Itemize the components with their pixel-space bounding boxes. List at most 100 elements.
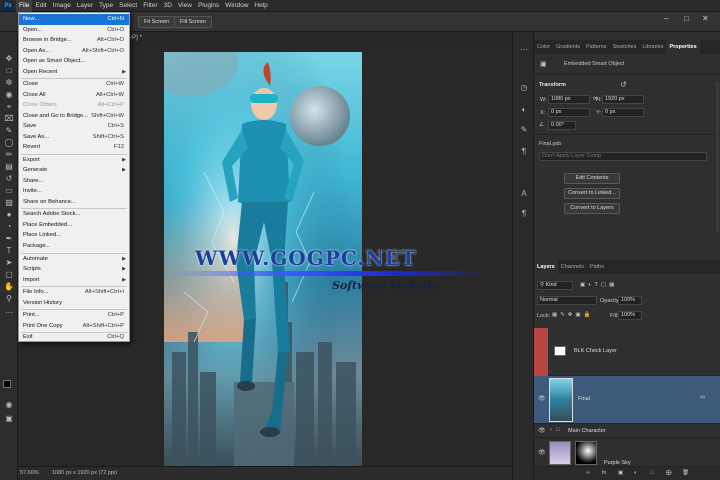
edit-contents-button[interactable]: Edit Contents: [564, 173, 620, 184]
tab-paths[interactable]: Paths: [587, 260, 607, 274]
layer-row[interactable]: BLK Check Layer: [534, 328, 720, 376]
path-select-tool-icon[interactable]: ➤: [4, 258, 14, 267]
panel-scrollbar[interactable]: [716, 82, 719, 232]
menu-item-file-info[interactable]: File Info... Alt+Shift+Ctrl+I: [19, 287, 129, 298]
menu-item-browse-bridge[interactable]: Browse in Bridge... Alt+Ctrl+O: [19, 35, 129, 46]
menu-item-close-go-bridge[interactable]: Close and Go to Bridge... Shift+Ctrl+W: [19, 111, 129, 122]
quick-select-tool-icon[interactable]: ◉: [4, 90, 14, 99]
menu-plugins[interactable]: Plugins: [195, 0, 222, 12]
close-icon[interactable]: ✕: [702, 14, 709, 23]
layer-filter-icons[interactable]: ▣◐T▢▦: [580, 282, 617, 288]
reset-transform-icon[interactable]: ↺: [620, 80, 627, 89]
menu-help[interactable]: Help: [251, 0, 270, 12]
frame-tool-icon[interactable]: ⌧: [4, 114, 14, 123]
fill-screen-button[interactable]: Fill Screen: [174, 16, 212, 28]
zoom-tool-icon[interactable]: ⚲: [4, 294, 14, 303]
brush-panel-icon[interactable]: ✎: [518, 124, 530, 135]
stamp-tool-icon[interactable]: ▤: [4, 162, 14, 171]
lasso-tool-icon[interactable]: ✼: [4, 78, 14, 87]
width-field[interactable]: 1080 px: [548, 95, 590, 104]
tab-properties[interactable]: Properties: [666, 40, 700, 54]
menu-layer[interactable]: Layer: [74, 0, 96, 12]
menu-3d[interactable]: 3D: [161, 0, 175, 12]
menu-item-new[interactable]: New... Ctrl+N: [19, 14, 129, 25]
menu-item-open-as[interactable]: Open As... Alt+Shift+Ctrl+O: [19, 46, 129, 57]
chevron-right-icon[interactable]: ›: [550, 427, 552, 433]
marquee-tool-icon[interactable]: □: [4, 66, 14, 75]
menu-view[interactable]: View: [175, 0, 195, 12]
visibility-eye-icon[interactable]: 👁: [538, 449, 546, 456]
menu-filter[interactable]: Filter: [140, 0, 160, 12]
adjust-panel-icon[interactable]: ◐: [518, 104, 530, 115]
dodge-tool-icon[interactable]: ◔: [4, 222, 14, 231]
healing-tool-icon[interactable]: ◯: [4, 138, 14, 147]
crop-tool-icon[interactable]: ⌖: [4, 102, 14, 111]
layer-row[interactable]: 👁 Purple Sky: [534, 438, 720, 468]
menu-item-scripts[interactable]: Scripts ▶: [19, 264, 129, 275]
menu-item-version-history[interactable]: Version History: [19, 298, 129, 309]
menu-item-package[interactable]: Package...: [19, 241, 129, 252]
opacity-field[interactable]: 100%: [618, 296, 642, 305]
gradient-tool-icon[interactable]: ▨: [4, 198, 14, 207]
shape-tool-icon[interactable]: ▢: [4, 270, 14, 279]
menu-item-import[interactable]: Import ▶: [19, 275, 129, 286]
tab-patterns[interactable]: Patterns: [583, 40, 609, 54]
menu-window[interactable]: Window: [222, 0, 251, 12]
menu-item-revert[interactable]: Revert F12: [19, 142, 129, 153]
angle-field[interactable]: 0.00°: [548, 121, 576, 130]
layer-name[interactable]: BLK Check Layer: [574, 348, 617, 354]
menu-item-save-as[interactable]: Save As... Shift+Ctrl+S: [19, 132, 129, 143]
new-layer-icon[interactable]: ⨁: [666, 470, 672, 476]
fit-screen-button[interactable]: Fit Screen: [138, 16, 176, 28]
maximize-icon[interactable]: □: [684, 14, 689, 23]
quick-mask-icon[interactable]: ◉: [4, 400, 14, 409]
layer-name[interactable]: Main Character: [568, 428, 606, 434]
visibility-eye-icon[interactable]: 👁: [538, 395, 546, 402]
menu-item-place-embedded[interactable]: Place Embedded...: [19, 220, 129, 231]
menu-item-open-smart-object[interactable]: Open as Smart Object...: [19, 56, 129, 67]
brush-tool-icon[interactable]: ✏: [4, 150, 14, 159]
menu-item-close[interactable]: Close Ctrl+W: [19, 79, 129, 90]
foreground-color-swatch[interactable]: [3, 380, 11, 388]
minimize-icon[interactable]: –: [664, 14, 668, 23]
menu-item-generate[interactable]: Generate ▶: [19, 165, 129, 176]
eyedropper-tool-icon[interactable]: ✎: [4, 126, 14, 135]
menu-item-search-stock[interactable]: Search Adobe Stock...: [19, 209, 129, 220]
adjustment-layer-button-icon[interactable]: ◐: [634, 470, 637, 476]
blur-tool-icon[interactable]: ●: [4, 210, 14, 219]
document-info[interactable]: 1080 px x 1920 px (72 ppi): [52, 470, 117, 476]
fx-button[interactable]: fx: [602, 470, 606, 476]
eraser-tool-icon[interactable]: ▭: [4, 186, 14, 195]
menu-item-print[interactable]: Print... Ctrl+P: [19, 310, 129, 321]
type-tool-icon[interactable]: T: [4, 246, 14, 255]
paragraph-style-icon[interactable]: ¶: [518, 208, 530, 219]
visibility-eye-icon[interactable]: 👁: [538, 427, 546, 434]
convert-to-linked-button[interactable]: Convert to Linked...: [564, 188, 620, 199]
layer-row-selected[interactable]: 👁 Final ∞: [534, 376, 720, 424]
tab-libraries[interactable]: Libraries: [639, 40, 666, 54]
zoom-level[interactable]: 57.66%: [20, 470, 39, 476]
menu-item-open[interactable]: Open... Ctrl+O: [19, 25, 129, 36]
add-mask-icon[interactable]: ▣: [618, 470, 623, 476]
menu-item-place-linked[interactable]: Place Linked...: [19, 230, 129, 241]
document-tab[interactable]: ‹P) *: [128, 32, 528, 46]
layer-filter-kind[interactable]: ⚲ Kind: [537, 281, 573, 290]
pen-tool-icon[interactable]: ✒: [4, 234, 14, 243]
convert-to-layers-button[interactable]: Convert to Layers: [564, 203, 620, 214]
menu-item-exit[interactable]: Exit Ctrl+Q: [19, 332, 129, 343]
paragraph-panel-icon[interactable]: ¶: [518, 146, 530, 157]
menu-item-automate[interactable]: Automate ▶: [19, 254, 129, 265]
new-group-icon[interactable]: □: [650, 470, 653, 476]
layer-name[interactable]: Final: [578, 396, 590, 402]
menu-type[interactable]: Type: [96, 0, 116, 12]
fill-field[interactable]: 100%: [618, 311, 642, 320]
menu-item-share[interactable]: Share...: [19, 176, 129, 187]
menu-select[interactable]: Select: [116, 0, 140, 12]
x-field[interactable]: 0 px: [548, 108, 590, 117]
link-layers-icon[interactable]: ∞: [586, 470, 590, 476]
tab-channels[interactable]: Channels: [558, 260, 587, 274]
move-tool-icon[interactable]: ✥: [4, 54, 14, 63]
layer-comp-select[interactable]: Don't Apply Layer Comp: [539, 152, 707, 161]
menu-item-export[interactable]: Export ▶: [19, 155, 129, 166]
history-brush-tool-icon[interactable]: ↺: [4, 174, 14, 183]
